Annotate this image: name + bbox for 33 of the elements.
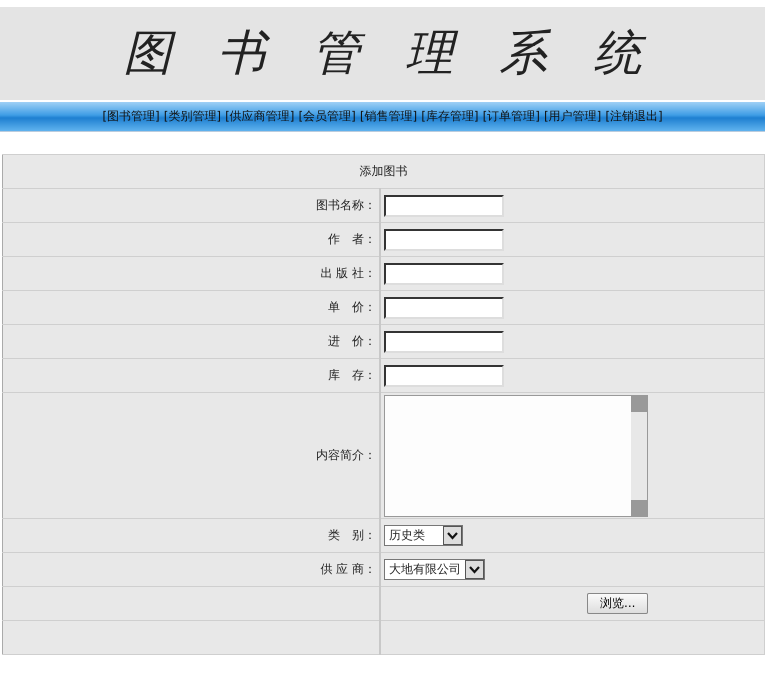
textarea-field[interactable] — [384, 394, 648, 516]
nav-link[interactable]: [供应商管理] — [225, 108, 294, 125]
chevron-icon — [447, 532, 458, 540]
system-title: 图 书 管 理 系 统 — [0, 7, 765, 85]
dropdown[interactable]: 历史类 — [384, 525, 463, 546]
nav-link[interactable]: [用户管理] — [544, 108, 602, 125]
field-label: 进 价： — [328, 334, 376, 348]
field-label: 出 版 社： — [320, 266, 376, 280]
form-title: 添加图书 — [2, 154, 764, 188]
text-field[interactable] — [384, 296, 504, 318]
scrollbar[interactable] — [631, 396, 647, 516]
nav-link[interactable]: [订单管理] — [482, 108, 540, 125]
nav-link[interactable]: [注销退出] — [605, 108, 663, 125]
browse-button[interactable]: 浏览... — [587, 593, 648, 614]
field-label: 类 别： — [328, 528, 376, 542]
nav-link[interactable]: [销售管理] — [360, 108, 418, 125]
text-field[interactable] — [384, 330, 504, 352]
field-label: 单 价： — [328, 300, 376, 314]
field-label: 供 应 商： — [320, 562, 376, 576]
field-label: 图书名称： — [316, 198, 376, 212]
text-field[interactable] — [384, 194, 504, 216]
text-field[interactable] — [384, 228, 504, 250]
field-label: 内容简介： — [316, 448, 376, 462]
nav-link[interactable]: [图书管理] — [102, 108, 160, 125]
nav-link[interactable]: [类别管理] — [164, 108, 222, 125]
nav-link[interactable]: [会员管理] — [298, 108, 356, 125]
field-label: 库 存： — [328, 368, 376, 382]
dropdown[interactable]: 大地有限公司 — [384, 559, 485, 580]
text-field[interactable] — [384, 262, 504, 284]
text-field[interactable] — [384, 364, 504, 386]
field-label: 作 者： — [328, 232, 376, 246]
nav-link[interactable]: [库存管理] — [421, 108, 479, 125]
chevron-icon — [469, 566, 480, 574]
